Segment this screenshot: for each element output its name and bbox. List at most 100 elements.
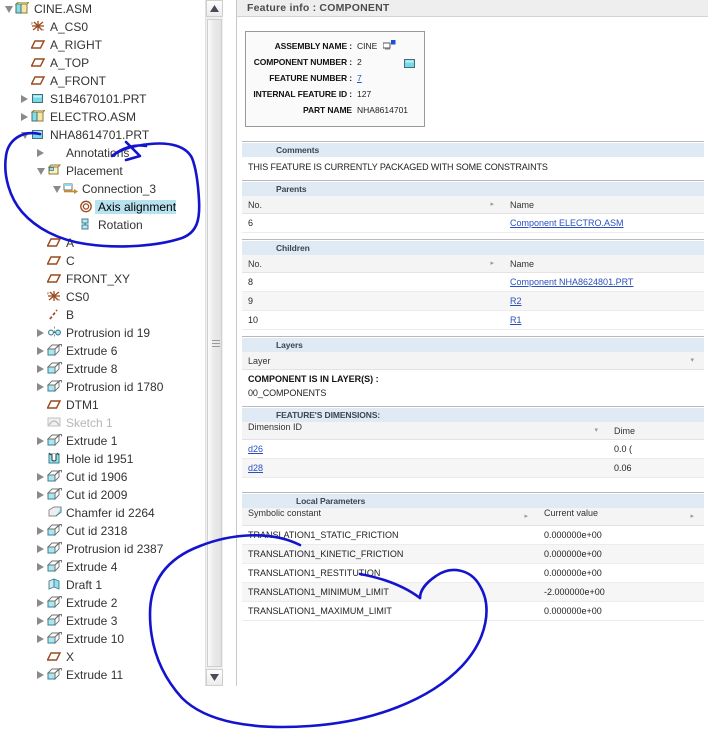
tree-item-placement[interactable]: Placement [0, 162, 200, 180]
chevron-down-icon[interactable] [51, 184, 62, 195]
tree-item-label: Extrude 11 [66, 668, 124, 682]
tree-item-sketch-1[interactable]: Sketch 1 [0, 414, 200, 432]
chevron-right-icon[interactable] [35, 526, 46, 537]
chevron-right-icon[interactable] [35, 436, 46, 447]
child-link[interactable]: Component NHA8624801.PRT [510, 277, 633, 287]
scroll-down-button[interactable] [206, 669, 223, 686]
chevron-right-icon[interactable] [19, 94, 30, 105]
chevron-right-icon[interactable] [35, 598, 46, 609]
tree-item-extrude-1[interactable]: Extrude 1 [0, 432, 200, 450]
tree-item-b[interactable]: B [0, 306, 200, 324]
col-layer[interactable]: Layer [242, 352, 668, 370]
table-row[interactable]: TRANSLATION1_KINETIC_FRICTION 0.000000e+… [242, 544, 704, 564]
chevron-right-icon[interactable] [35, 634, 46, 645]
tree-item-chamfer-id-2264[interactable]: Chamfer id 2264 [0, 504, 200, 522]
chevron-right-icon[interactable] [35, 148, 46, 159]
col-dimension-value[interactable]: Dime [608, 422, 704, 440]
col-no[interactable]: No. [242, 255, 308, 273]
chevron-right-icon[interactable] [35, 616, 46, 627]
table-row[interactable]: 6 Component ELECTRO.ASM [242, 213, 704, 233]
tree-item-dtm1[interactable]: DTM1 [0, 396, 200, 414]
chevron-down-icon[interactable] [35, 166, 46, 177]
col-dimension-id[interactable]: Dimension ID ▾ [242, 422, 608, 440]
chevron-down-icon[interactable] [3, 4, 14, 15]
tree-item-a-front[interactable]: A_FRONT [0, 72, 200, 90]
chevron-right-icon[interactable] [35, 562, 46, 573]
dimension-link[interactable]: d28 [248, 463, 263, 473]
table-row[interactable]: d28 0.06 [242, 458, 704, 478]
child-link[interactable]: R2 [510, 296, 522, 306]
filter-icon[interactable]: ▸ [490, 196, 494, 213]
col-filter[interactable]: ▸ [308, 196, 504, 214]
parent-link[interactable]: Component ELECTRO.ASM [510, 218, 624, 228]
tree-item-a[interactable]: A [0, 234, 200, 252]
chevron-right-icon[interactable] [35, 346, 46, 357]
tree-item-a-right[interactable]: A_RIGHT [0, 36, 200, 54]
filter-icon[interactable]: ▸ [524, 508, 528, 525]
tree-item-a-top[interactable]: A_TOP [0, 54, 200, 72]
filter-icon[interactable]: ▾ [690, 352, 694, 369]
chevron-right-icon[interactable] [35, 490, 46, 501]
col-current-value[interactable]: Current value ▸ [538, 508, 704, 526]
tree-item-extrude-6[interactable]: Extrude 6 [0, 342, 200, 360]
col-name[interactable]: Name [504, 255, 704, 273]
table-row[interactable]: 8 Component NHA8624801.PRT [242, 272, 704, 292]
tree-item-extrude-4[interactable]: Extrude 4 [0, 558, 200, 576]
tree-item-c[interactable]: C [0, 252, 200, 270]
table-row[interactable]: d26 0.0 ( [242, 439, 704, 459]
tree-item-s1b4670101-prt[interactable]: S1B4670101.PRT [0, 90, 200, 108]
tree-item-cut-id-2318[interactable]: Cut id 2318 [0, 522, 200, 540]
tree-item-protrusion-id-2387[interactable]: Protrusion id 2387 [0, 540, 200, 558]
tree-item-annotations[interactable]: Annotations [0, 144, 200, 162]
tree-item-electro-asm[interactable]: ELECTRO.ASM [0, 108, 200, 126]
tree-item-protrusion-id-19[interactable]: Protrusion id 19 [0, 324, 200, 342]
model-tree-scrollbar[interactable] [205, 0, 223, 686]
chevron-right-icon[interactable] [35, 382, 46, 393]
tree-item-extrude-8[interactable]: Extrude 8 [0, 360, 200, 378]
tree-item-cut-id-1906[interactable]: Cut id 1906 [0, 468, 200, 486]
col-filter[interactable]: ▸ [308, 255, 504, 273]
tree-item-cut-id-2009[interactable]: Cut id 2009 [0, 486, 200, 504]
col-no[interactable]: No. [242, 196, 308, 214]
tree-item-extrude-3[interactable]: Extrude 3 [0, 612, 200, 630]
chevron-down-icon[interactable] [19, 130, 30, 141]
tree-item-rotation[interactable]: Rotation [0, 216, 200, 234]
tree-item-x[interactable]: X [0, 648, 200, 666]
tree-item-front-xy[interactable]: FRONT_XY [0, 270, 200, 288]
dimension-link[interactable]: d26 [248, 444, 263, 454]
tree-item-connection-3[interactable]: Connection_3 [0, 180, 200, 198]
chevron-right-icon[interactable] [35, 364, 46, 375]
table-row[interactable]: 9 R2 [242, 291, 704, 311]
table-row[interactable]: TRANSLATION1_RESTITUTION 0.000000e+00 [242, 563, 704, 583]
chevron-right-icon[interactable] [19, 112, 30, 123]
scrollbar-thumb[interactable] [207, 19, 222, 667]
feature-number-link[interactable]: 7 [357, 73, 362, 83]
tree-item-protrusion-id-1780[interactable]: Protrusion id 1780 [0, 378, 200, 396]
table-row[interactable]: TRANSLATION1_STATIC_FRICTION 0.000000e+0… [242, 525, 704, 545]
table-row[interactable]: TRANSLATION1_MINIMUM_LIMIT -2.000000e+00 [242, 582, 704, 602]
tree-item-cine-asm[interactable]: CINE.ASM [0, 0, 200, 18]
tree-item-extrude-11[interactable]: Extrude 11 [0, 666, 200, 684]
tree-item-a-cs0[interactable]: y x A_CS0 [0, 18, 200, 36]
tree-item-extrude-10[interactable]: Extrude 10 [0, 630, 200, 648]
table-row[interactable]: 10 R1 [242, 310, 704, 330]
child-link[interactable]: R1 [510, 315, 522, 325]
tree-item-hole-id-1951[interactable]: Hole id 1951 [0, 450, 200, 468]
scroll-up-button[interactable] [206, 0, 223, 17]
table-row[interactable]: TRANSLATION1_MAXIMUM_LIMIT 0.000000e+00 [242, 601, 704, 621]
col-name[interactable]: Name [504, 196, 704, 214]
chevron-right-icon[interactable] [35, 670, 46, 681]
filter-icon[interactable]: ▸ [690, 508, 694, 525]
tree-item-nha8614701-prt[interactable]: NHA8614701.PRT [0, 126, 200, 144]
col-layer-filter[interactable]: ▾ [668, 352, 704, 370]
col-symbolic-constant[interactable]: Symbolic constant ▸ [242, 508, 538, 526]
tree-item-extrude-2[interactable]: Extrude 2 [0, 594, 200, 612]
chevron-right-icon[interactable] [35, 472, 46, 483]
tree-item-cs0[interactable]: y x CS0 [0, 288, 200, 306]
tree-item-axis-alignment[interactable]: Axis alignment [0, 198, 200, 216]
chevron-right-icon[interactable] [35, 544, 46, 555]
tree-item-draft-1[interactable]: Draft 1 [0, 576, 200, 594]
filter-icon[interactable]: ▾ [594, 422, 598, 439]
filter-icon[interactable]: ▸ [490, 255, 494, 272]
chevron-right-icon[interactable] [35, 328, 46, 339]
